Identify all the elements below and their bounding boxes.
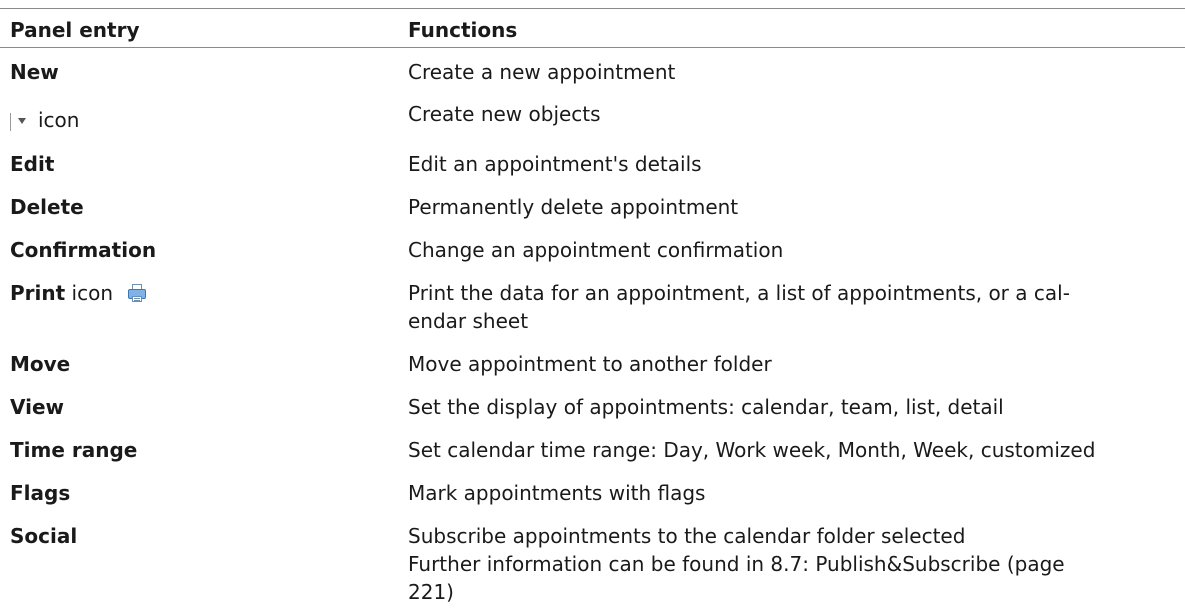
function-text: Subscribe appointments to the calendar f…: [408, 522, 1178, 606]
entry-cell: Print icon: [10, 279, 147, 307]
entry-cell: icon: [10, 106, 79, 134]
entry-label: Delete: [10, 195, 84, 219]
function-text: Move appointment to another folder: [408, 352, 772, 376]
function-text: Mark appointments with flags: [408, 481, 706, 505]
entry-label: New: [10, 60, 59, 84]
entry-label: View: [10, 395, 65, 419]
entry-label: Time range: [10, 438, 138, 462]
header-rule: [0, 47, 1185, 48]
entry-label: Confirmation: [10, 238, 157, 262]
header-panel-entry: Panel entry: [10, 18, 140, 42]
function-text: Edit an appointment's details: [408, 152, 702, 176]
table-header: Panel entry Functions: [0, 14, 1185, 46]
entry-suffix: icon: [65, 281, 114, 305]
top-rule: [0, 8, 1185, 9]
function-text: Create new objects: [408, 102, 601, 126]
function-text: Print the data for an appointment, a lis…: [408, 279, 1178, 335]
header-functions: Functions: [408, 18, 518, 42]
dropdown-arrow-icon: [10, 111, 28, 133]
function-line: Subscribe appointments to the calendar f…: [408, 524, 966, 548]
entry-label: Edit: [10, 152, 55, 176]
function-text: Permanently delete appointment: [408, 195, 739, 219]
function-line: 221): [408, 580, 454, 604]
function-line: Print the data for an appointment, a lis…: [408, 281, 1070, 305]
entry-label: icon: [38, 108, 80, 132]
function-text: Set the display of appointments: calenda…: [408, 395, 1004, 419]
function-text: Create a new appointment: [408, 60, 676, 84]
entry-label: Flags: [10, 481, 71, 505]
printer-icon: [127, 283, 147, 303]
function-text: Change an appointment confirmation: [408, 238, 784, 262]
entry-label: Move: [10, 352, 71, 376]
function-text: Set calendar time range: Day, Work week,…: [408, 438, 1096, 462]
entry-label: Print: [10, 281, 66, 305]
function-line: endar sheet: [408, 309, 529, 333]
entry-label: Social: [10, 524, 78, 548]
function-line: Further information can be found in 8.7:…: [408, 552, 1065, 576]
